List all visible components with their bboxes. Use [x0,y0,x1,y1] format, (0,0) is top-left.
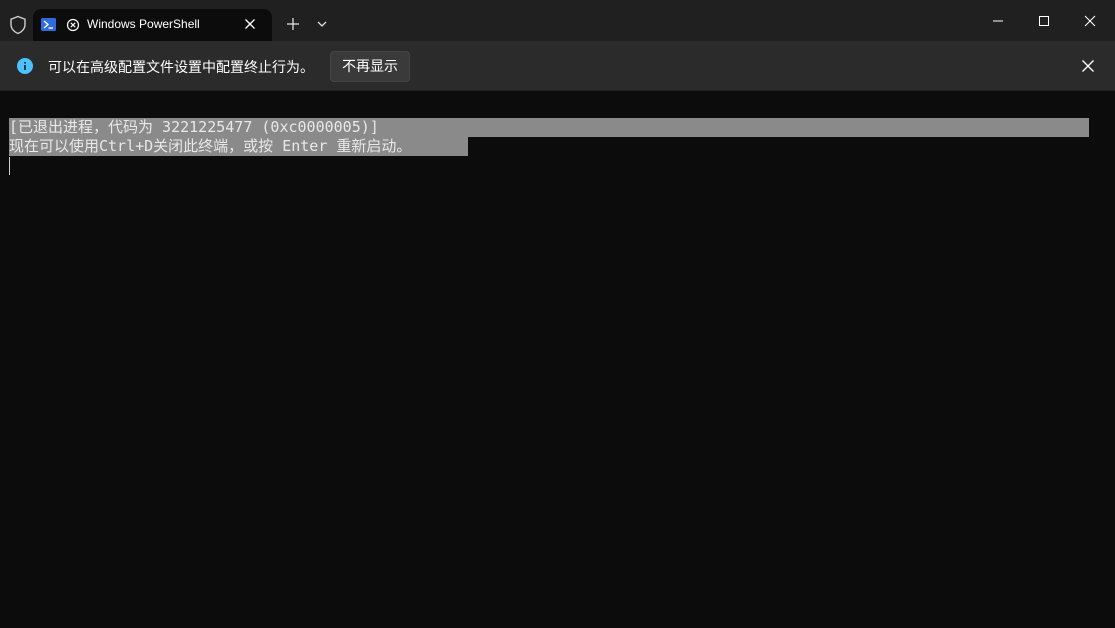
maximize-icon [1039,16,1049,26]
close-icon[interactable] [243,17,257,31]
minimize-icon [993,20,1003,22]
circle-x-icon [66,18,80,32]
terminal-line: 现在可以使用Ctrl+D关闭此终端，或按 Enter 重新启动。 [9,137,468,156]
terminal-line: [已退出进程，代码为 3221225477 (0xc0000005)] [9,118,1089,137]
dont-show-again-button[interactable]: 不再显示 [330,51,410,82]
shield-icon [10,15,26,35]
minimize-button[interactable] [975,0,1021,41]
info-bar: 可以在高级配置文件设置中配置终止行为。 不再显示 [0,41,1115,91]
terminal-window: Windows PowerShell 可以在高级配置文件设置中配置终止行为。 不… [0,0,1115,628]
powershell-icon [41,18,56,31]
terminal-area[interactable]: [已退出进程，代码为 3221225477 (0xc0000005)] 现在可以… [0,91,1115,628]
tab-powershell[interactable]: Windows PowerShell [33,9,272,41]
close-icon[interactable] [1080,58,1096,74]
plus-icon[interactable] [284,15,302,33]
tab-title: Windows PowerShell [87,17,200,31]
close-window-button[interactable] [1067,0,1113,41]
maximize-button[interactable] [1021,0,1067,41]
close-icon [1084,15,1096,27]
title-bar[interactable]: Windows PowerShell [0,0,1115,41]
info-message: 可以在高级配置文件设置中配置终止行为。 [48,59,314,75]
chevron-down-icon[interactable] [315,18,329,32]
info-icon [17,58,33,74]
text-cursor [9,157,10,175]
